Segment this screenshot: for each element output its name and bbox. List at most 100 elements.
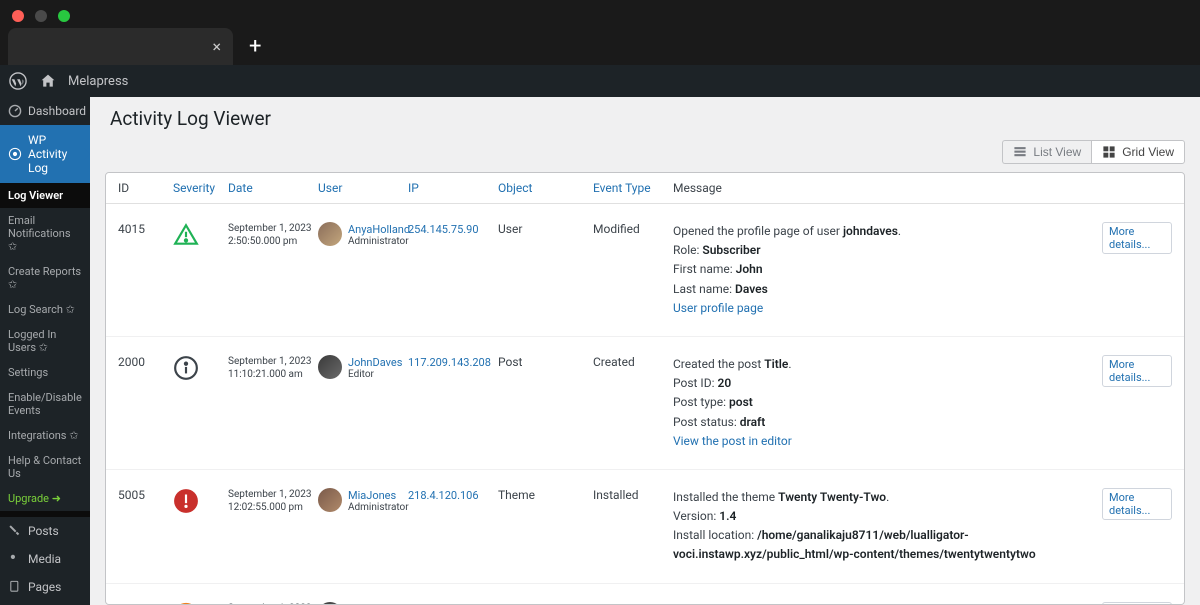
more-details-button[interactable]: More details...	[1102, 355, 1172, 387]
view-toggle: List View Grid View	[90, 140, 1200, 172]
more-details-button[interactable]: More details...	[1102, 602, 1172, 605]
sidebar-sub-enable-disable[interactable]: Enable/Disable Events	[0, 385, 90, 423]
sidebar-sub-log-search[interactable]: Log Search ✩	[0, 297, 90, 322]
cell-message: Created the post Title.Post ID: 20Post t…	[673, 355, 1102, 451]
sidebar-item-comments[interactable]: Comments	[0, 601, 90, 605]
cell-event-type: Installed	[593, 488, 673, 502]
user-link[interactable]: AnyaHolland	[348, 223, 410, 236]
maximize-window[interactable]	[58, 10, 70, 22]
col-event-type[interactable]: Event Type	[593, 181, 673, 195]
sidebar-item-posts[interactable]: Posts	[0, 517, 90, 545]
cell-more: More details...	[1102, 355, 1172, 387]
cell-more: More details...	[1102, 602, 1172, 605]
severity-high-icon	[173, 602, 199, 605]
cell-severity	[173, 355, 228, 381]
cell-event-type: Created	[593, 355, 673, 369]
cell-user: WesPeckAdministrator	[318, 602, 408, 605]
sidebar-item-dashboard[interactable]: Dashboard	[0, 97, 90, 125]
table-row: 5005September 1, 202312:02:55.000 pmMiaJ…	[106, 470, 1184, 584]
col-message: Message	[673, 181, 1102, 195]
cell-id: 2000	[118, 355, 173, 369]
home-icon[interactable]	[38, 71, 58, 91]
cell-more: More details...	[1102, 488, 1172, 520]
col-user[interactable]: User	[318, 181, 408, 195]
sidebar-sub-logged-in-users[interactable]: Logged In Users ✩	[0, 322, 90, 360]
wp-admin-bar: Melapress	[0, 65, 1200, 97]
cell-date: September 1, 202312:02:55.000 pm	[228, 488, 318, 514]
col-object[interactable]: Object	[498, 181, 593, 195]
severity-critical-icon	[173, 488, 199, 514]
ip-link[interactable]: 117.209.143.208	[408, 356, 491, 369]
table-row: 4015September 1, 20232:50:50.000 pmAnyaH…	[106, 204, 1184, 337]
user-link[interactable]: MiaJones	[348, 489, 396, 502]
sidebar-sub-email-notifications[interactable]: Email Notifications ✩	[0, 208, 90, 259]
new-tab-button[interactable]: +	[241, 34, 269, 59]
cell-severity	[173, 602, 228, 605]
cell-user: AnyaHollandAdministrator	[318, 222, 408, 247]
cell-ip: 218.4.120.106	[408, 488, 498, 502]
cell-date: September 1, 20239:06:39.000 am	[228, 602, 318, 605]
site-name[interactable]: Melapress	[68, 74, 128, 89]
browser-tab-bar: × +	[0, 28, 1200, 65]
cell-user: JohnDavesEditor	[318, 355, 408, 380]
close-window[interactable]	[12, 10, 24, 22]
cell-message: Installed the theme Twenty Twenty-Two.Ve…	[673, 488, 1102, 565]
cell-user: MiaJonesAdministrator	[318, 488, 408, 513]
admin-sidebar: Dashboard WP Activity Log Log Viewer Ema…	[0, 97, 90, 605]
cell-message: Opened the profile page of user johndave…	[673, 222, 1102, 318]
table-header: ID Severity Date User IP Object Event Ty…	[106, 173, 1184, 204]
cell-object: Theme	[498, 488, 593, 502]
wordpress-logo-icon[interactable]	[8, 71, 28, 91]
col-severity[interactable]: Severity	[173, 181, 228, 195]
close-tab-icon[interactable]: ×	[212, 37, 221, 56]
avatar	[318, 222, 342, 246]
more-details-button[interactable]: More details...	[1102, 222, 1172, 254]
ip-link[interactable]: 254.145.75.90	[408, 223, 479, 236]
list-view-button[interactable]: List View	[1002, 140, 1091, 164]
sidebar-sub-settings[interactable]: Settings	[0, 360, 90, 385]
user-link[interactable]: JohnDaves	[348, 356, 402, 369]
cell-date: September 1, 20232:50:50.000 pm	[228, 222, 318, 248]
cell-ip: 65.158.8.255	[408, 602, 498, 605]
cell-severity	[173, 222, 228, 248]
table-row: 5002 September 1, 20239:06:39.000 amWesPe…	[106, 584, 1184, 605]
cell-message: Deactivated the plugin WP Activity Log.V…	[673, 602, 1102, 605]
minimize-window[interactable]	[35, 10, 47, 22]
sidebar-item-pages[interactable]: Pages	[0, 573, 90, 601]
activity-log-table: ID Severity Date User IP Object Event Ty…	[105, 172, 1185, 605]
grid-view-button[interactable]: Grid View	[1091, 140, 1185, 164]
col-id[interactable]: ID	[118, 181, 173, 195]
window-controls	[0, 0, 1200, 28]
sidebar-sub-help[interactable]: Help & Contact Us	[0, 448, 90, 486]
cell-event-type: Deactivated	[593, 602, 673, 605]
main-content: Activity Log Viewer List View Grid View …	[90, 97, 1200, 605]
avatar	[318, 488, 342, 512]
page-title: Activity Log Viewer	[110, 107, 1180, 130]
cell-ip: 117.209.143.208	[408, 355, 498, 369]
avatar	[318, 602, 342, 605]
sidebar-sub-create-reports[interactable]: Create Reports ✩	[0, 259, 90, 297]
severity-warning-icon	[173, 222, 199, 248]
table-row: 2000September 1, 202311:10:21.000 amJohn…	[106, 337, 1184, 470]
browser-chrome: × +	[0, 0, 1200, 65]
ip-link[interactable]: 218.4.120.106	[408, 489, 479, 502]
cell-severity	[173, 488, 228, 514]
cell-object: Post	[498, 355, 593, 369]
browser-tab[interactable]: ×	[8, 28, 233, 65]
cell-id: 5002	[118, 602, 173, 605]
col-ip[interactable]: IP	[408, 181, 498, 195]
cell-id: 4015	[118, 222, 173, 236]
sidebar-sub-upgrade[interactable]: Upgrade ➜	[0, 486, 90, 511]
sidebar-sub-log-viewer[interactable]: Log Viewer	[0, 183, 90, 208]
cell-object: User	[498, 222, 593, 236]
avatar	[318, 355, 342, 379]
sidebar-item-media[interactable]: Media	[0, 545, 90, 573]
sidebar-sub-integrations[interactable]: Integrations ✩	[0, 423, 90, 448]
more-details-button[interactable]: More details...	[1102, 488, 1172, 520]
cell-ip: 254.145.75.90	[408, 222, 498, 236]
col-date[interactable]: Date	[228, 181, 318, 195]
sidebar-item-wp-activity-log[interactable]: WP Activity Log	[0, 125, 90, 183]
cell-id: 5005	[118, 488, 173, 502]
cell-more: More details...	[1102, 222, 1172, 254]
cell-object: Plugin	[498, 602, 593, 605]
